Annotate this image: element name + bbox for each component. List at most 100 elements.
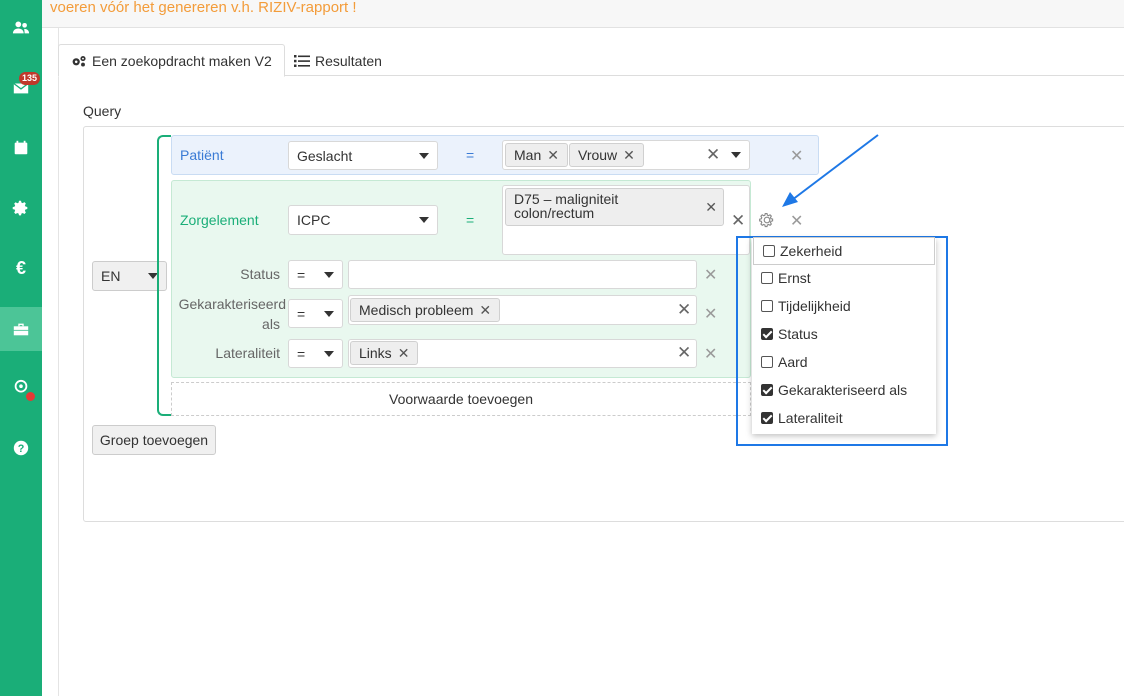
clear-all-icon[interactable]: ✕ <box>677 300 691 320</box>
list-icon <box>294 54 310 67</box>
option-label: Aard <box>778 354 808 370</box>
laterality-operator-select[interactable]: = <box>288 339 343 368</box>
option-lateraliteit[interactable]: Lateraliteit <box>752 404 936 432</box>
annotation-arrow-icon <box>782 134 879 207</box>
value-tag-medical-problem[interactable]: Medisch probleem ✕ <box>350 298 501 322</box>
option-gekarakteriseerd-als[interactable]: Gekarakteriseerd als <box>752 376 936 404</box>
equals-sign: = <box>466 147 475 163</box>
chevron-down-icon <box>324 350 334 357</box>
query-label: Query <box>83 103 122 119</box>
care-field-select[interactable]: ICPC <box>288 205 438 235</box>
tab-results[interactable]: Resultaten <box>282 44 394 77</box>
checkbox-checked[interactable] <box>761 384 773 396</box>
tab-label: Resultaten <box>315 52 382 69</box>
tag-label: Medisch probleem <box>359 302 474 318</box>
sub-label-characterised-as: Gekarakteriseerd als <box>176 294 286 334</box>
remove-tag-icon[interactable]: ✕ <box>705 200 717 214</box>
sidebar-item-calendar[interactable] <box>0 126 42 170</box>
sidebar-item-mail[interactable]: 135 <box>0 66 42 110</box>
remove-tag-icon[interactable]: ✕ <box>547 147 559 164</box>
top-banner: voeren vóór het genereren v.h. RIZIV-rap… <box>42 0 1124 28</box>
clear-all-icon[interactable]: ✕ <box>731 211 745 231</box>
operator-value: = <box>297 266 306 283</box>
clear-all-icon[interactable]: ✕ <box>677 343 691 363</box>
sidebar-item-settings[interactable] <box>0 186 42 230</box>
sidebar-item-help[interactable]: ? <box>0 426 42 470</box>
chevron-down-icon <box>324 310 334 317</box>
operator-value: = <box>297 345 306 362</box>
tab-bar: Een zoekopdracht maken V2 Resultaten <box>58 44 1124 77</box>
tag-label: Man <box>514 147 542 163</box>
option-ernst[interactable]: Ernst <box>752 264 936 292</box>
chevron-down-icon <box>731 152 741 158</box>
checkbox[interactable] <box>763 245 775 257</box>
option-label: Lateraliteit <box>778 410 843 426</box>
option-label: Gekarakteriseerd als <box>778 382 908 398</box>
sidebar: 135 € ? <box>0 0 42 696</box>
option-status[interactable]: Status <box>752 320 936 348</box>
tab-create-query[interactable]: Een zoekopdracht maken V2 <box>58 44 285 77</box>
patient-field-select[interactable]: Geslacht <box>288 141 438 170</box>
remove-tag-icon[interactable]: ✕ <box>398 345 410 362</box>
button-label: Groep toevoegen <box>99 432 209 448</box>
euro-icon: € <box>15 257 26 278</box>
status-value-input[interactable] <box>348 260 697 289</box>
sidebar-item-users[interactable] <box>0 6 42 50</box>
value-tag-man[interactable]: Man ✕ <box>505 143 568 167</box>
sidebar-item-location[interactable] <box>0 366 42 410</box>
care-element-label: Zorgelement <box>180 212 259 228</box>
status-operator-select[interactable]: = <box>288 260 343 289</box>
delete-subcondition-icon[interactable]: ✕ <box>704 344 717 364</box>
tag-line: colon/rectum <box>514 205 595 221</box>
option-zekerheid[interactable]: Zekerheid <box>753 237 935 265</box>
sub-label-status: Status <box>240 266 280 282</box>
calendar-icon <box>14 140 28 155</box>
help-icon: ? <box>13 440 29 456</box>
delete-condition-icon[interactable]: ✕ <box>790 211 803 231</box>
chevron-down-icon <box>324 271 334 278</box>
operator-value: EN <box>101 268 121 284</box>
group-bracket <box>157 135 171 416</box>
add-condition-button[interactable]: Voorwaarde toevoegen <box>171 382 751 416</box>
option-aard[interactable]: Aard <box>752 348 936 376</box>
users-icon <box>12 21 30 34</box>
value-tag-vrouw[interactable]: Vrouw ✕ <box>569 143 644 167</box>
checkbox[interactable] <box>761 272 773 284</box>
option-label: Status <box>778 326 818 342</box>
sidebar-item-toolbox[interactable] <box>0 307 42 351</box>
checkbox-checked[interactable] <box>761 412 773 424</box>
delete-subcondition-icon[interactable]: ✕ <box>704 304 717 324</box>
checkbox-checked[interactable] <box>761 328 773 340</box>
remove-tag-icon[interactable]: ✕ <box>623 147 635 164</box>
notification-dot <box>26 392 35 401</box>
option-label: Zekerheid <box>780 243 843 259</box>
tag-label: Links <box>359 345 392 361</box>
toolbox-icon <box>13 323 29 336</box>
attribute-options-dropdown: Zekerheid Ernst Tijdelijkheid Status Aar… <box>752 237 936 434</box>
checkbox[interactable] <box>761 356 773 368</box>
tag-line: D75 – maligniteit <box>514 191 619 207</box>
value-tag-links[interactable]: Links ✕ <box>350 341 419 365</box>
equals-sign: = <box>466 212 475 228</box>
checkbox[interactable] <box>761 300 773 312</box>
settings-gear-icon[interactable] <box>759 212 775 228</box>
field-value: ICPC <box>297 212 331 228</box>
button-label: Voorwaarde toevoegen <box>389 391 533 407</box>
unread-badge: 135 <box>19 72 41 85</box>
tag-label: D75 – maligniteit colon/rectum <box>514 192 618 220</box>
remove-tag-icon[interactable]: ✕ <box>479 302 491 319</box>
sub-label-laterality: Lateraliteit <box>215 345 280 361</box>
svg-text:?: ? <box>18 443 25 455</box>
clear-all-icon[interactable]: ✕ <box>706 145 720 165</box>
banner-text: voeren vóór het genereren v.h. RIZIV-rap… <box>50 0 357 16</box>
option-tijdelijkheid[interactable]: Tijdelijkheid <box>752 292 936 320</box>
characterised-operator-select[interactable]: = <box>288 299 343 328</box>
label-line: als <box>262 316 280 332</box>
value-tag-icpc[interactable]: D75 – maligniteit colon/rectum ✕ <box>505 188 724 226</box>
tag-label: Vrouw <box>578 147 618 163</box>
add-group-button[interactable]: Groep toevoegen <box>92 425 216 455</box>
sidebar-item-billing[interactable]: € <box>0 246 42 290</box>
logic-operator-select[interactable]: EN <box>92 261 167 291</box>
field-value: Geslacht <box>297 147 353 164</box>
delete-subcondition-icon[interactable]: ✕ <box>704 265 717 285</box>
